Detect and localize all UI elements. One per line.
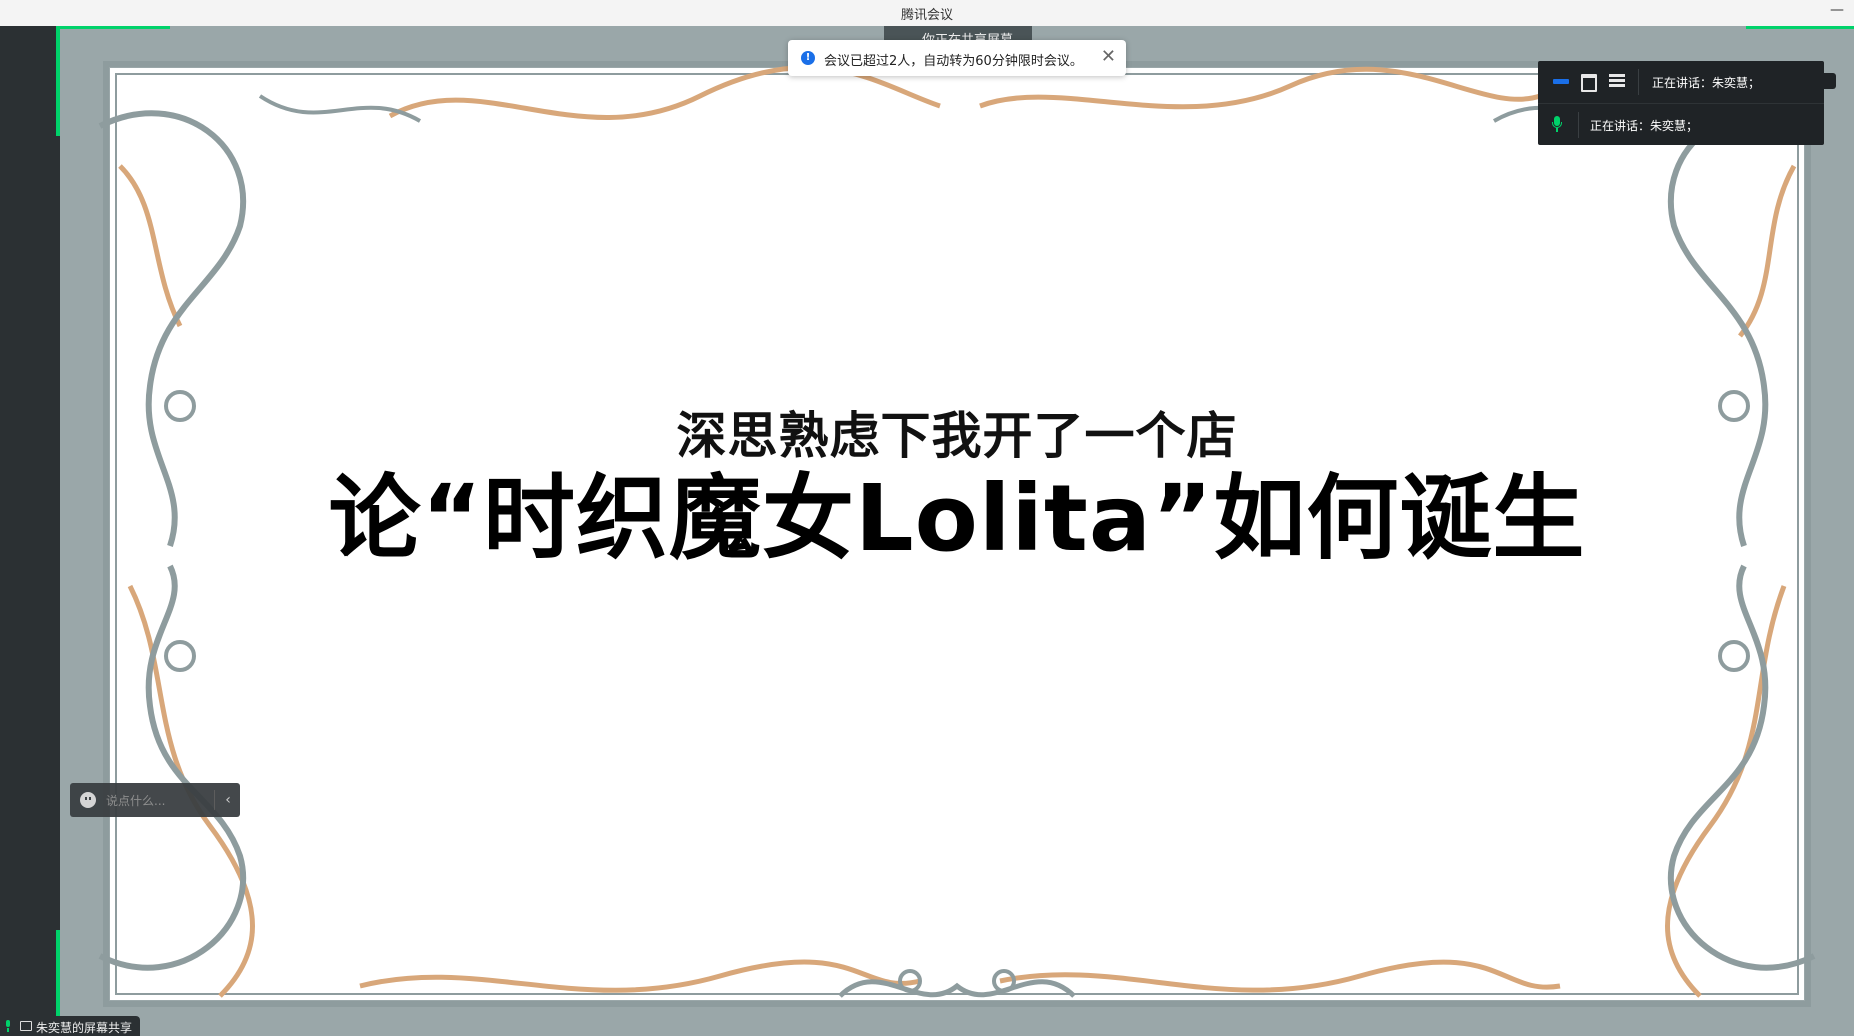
share-border-accent bbox=[1746, 26, 1854, 29]
speaker-panel-toolbar: 正在讲话：朱奕慧； bbox=[1538, 61, 1824, 103]
chat-input-box: ‹ bbox=[70, 783, 240, 817]
emoji-icon[interactable] bbox=[80, 792, 96, 808]
panel-collapse-handle[interactable] bbox=[1824, 73, 1836, 89]
share-border-accent bbox=[60, 26, 170, 29]
speaking-indicator-text: 正在讲话：朱奕慧； bbox=[1652, 76, 1761, 90]
speaking-indicator-text: 正在讲话：朱奕慧； bbox=[1590, 119, 1699, 133]
divider bbox=[214, 790, 215, 810]
list-view-icon[interactable] bbox=[1608, 73, 1626, 89]
share-border-accent bbox=[56, 26, 60, 136]
screen-share-owner-text: 朱奕慧的屏幕共享 bbox=[36, 1021, 133, 1035]
shared-screen: 深思熟虑下我开了一个店 论“时织魔女Lolita”如何诞生 bbox=[60, 26, 1854, 1036]
notification-message: 会议已超过2人，自动转为60分钟限时会议。 bbox=[824, 54, 1083, 69]
divider bbox=[1638, 69, 1639, 95]
speaker-view-icon[interactable] bbox=[1552, 73, 1570, 89]
title-bar: 腾讯会议 — bbox=[0, 0, 1854, 27]
chevron-left-icon[interactable]: ‹ bbox=[220, 789, 236, 811]
minimize-button[interactable]: — bbox=[1826, 3, 1848, 21]
info-icon: ! bbox=[801, 51, 815, 65]
chat-input[interactable] bbox=[104, 790, 214, 812]
close-icon[interactable]: ✕ bbox=[1101, 46, 1116, 68]
divider bbox=[1578, 112, 1579, 138]
speaker-row: 正在讲话：朱奕慧； bbox=[1538, 103, 1824, 146]
microphone-icon bbox=[4, 1020, 12, 1032]
slide-subtitle: 深思熟虑下我开了一个店 bbox=[676, 407, 1238, 465]
speaker-panel: 正在讲话：朱奕慧； 正在讲话：朱奕慧； bbox=[1538, 61, 1836, 146]
screen-share-owner-label: 朱奕慧的屏幕共享 bbox=[0, 1016, 140, 1036]
left-sidebar-strip bbox=[0, 26, 56, 1036]
notification-toast: ! 会议已超过2人，自动转为60分钟限时会议。 ✕ bbox=[788, 40, 1126, 76]
screen-share-icon bbox=[20, 1021, 32, 1031]
gallery-view-icon[interactable] bbox=[1580, 73, 1598, 92]
microphone-icon bbox=[1552, 116, 1562, 134]
slide-title: 论“时织魔女Lolita”如何诞生 bbox=[328, 465, 1586, 572]
window-title: 腾讯会议 bbox=[900, 8, 953, 23]
